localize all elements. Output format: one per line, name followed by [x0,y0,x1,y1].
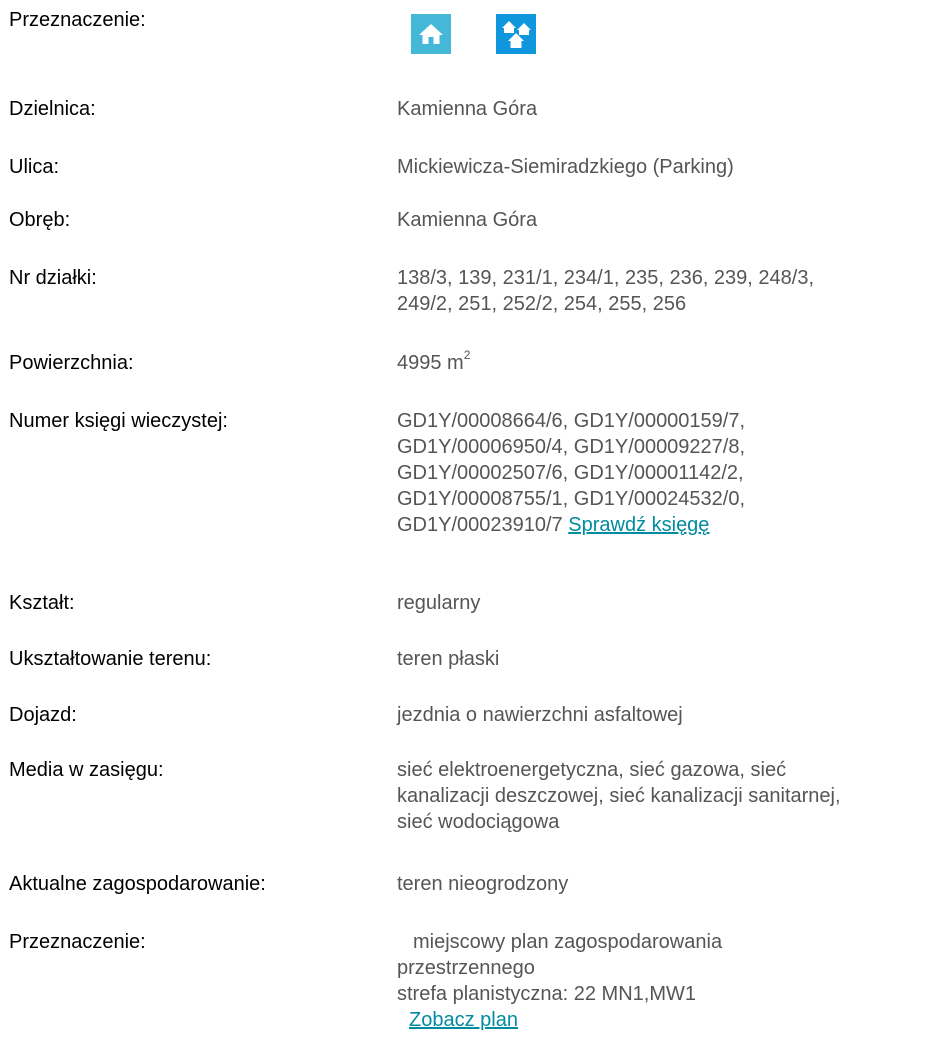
powierzchnia-label: Powierzchnia: [9,352,134,374]
ksiega-value: GD1Y/00008664/6, GD1Y/00000159/7, GD1Y/0… [397,408,917,538]
media-value: sieć elektroenergetyczna, sieć gazowa, s… [397,757,917,835]
ksiega-line: GD1Y/00008664/6, GD1Y/00000159/7, [397,410,746,432]
plan-line: miejscowy plan zagospodarowania [413,931,723,953]
ksztalt-label: Kształt: [9,592,75,614]
przeznaczenie-label: Przeznaczenie: [9,9,146,31]
media-line: kanalizacji deszczowej, sieć kanalizacji… [397,785,841,807]
ulica-label: Ulica: [9,156,60,178]
powierzchnia-number: 4995 m [397,352,464,374]
ksiega-line: GD1Y/00008755/1, GD1Y/00024532/0, [397,488,746,510]
media-line: sieć wodociągowa [397,811,560,833]
dojazd-value: jezdnia o nawierzchni asfaltowej [397,704,683,726]
dojazd-label: Dojazd: [9,704,77,726]
uksztaltowanie-label: Ukształtowanie terenu: [9,648,212,670]
obreb-label: Obręb: [9,209,71,231]
przeznaczenie-plan-value: miejscowy plan zagospodarowania przestrz… [397,929,917,1033]
ulica-value: Mickiewicza-Siemiradzkiego (Parking) [397,156,734,178]
ksiega-line: GD1Y/00023910/7 [397,514,563,536]
powierzchnia-value: 4995 m2 [397,348,917,376]
powierzchnia-unit-exponent: 2 [463,348,471,363]
ksiega-line: GD1Y/00006950/4, GD1Y/00009227/8, [397,436,746,458]
ksztalt-value: regularny [397,592,481,614]
dzielnica-value: Kamienna Góra [397,98,538,120]
sprawdz-ksiege-link[interactable]: Sprawdź księgę [568,514,709,536]
media-label: Media w zasięgu: [9,759,164,781]
uksztaltowanie-value: teren płaski [397,648,500,670]
zagospodarowanie-label: Aktualne zagospodarowanie: [9,873,266,895]
nr-dzialki-line: 138/3, 139, 231/1, 234/1, 235, 236, 239,… [397,267,815,289]
nr-dzialki-label: Nr działki: [9,267,97,289]
nr-dzialki-line: 249/2, 251, 252/2, 254, 255, 256 [397,293,687,315]
przeznaczenie-plan-label: Przeznaczenie: [9,931,146,953]
ksiega-line: GD1Y/00002507/6, GD1Y/00001142/2, [397,462,744,484]
ksiega-label: Numer księgi wieczystej: [9,410,228,432]
zagospodarowanie-value: teren nieogrodzony [397,873,569,895]
single-family-house-icon [411,14,451,54]
plan-line: strefa planistyczna: 22 MN1,MW1 [397,983,696,1005]
media-line: sieć elektroenergetyczna, sieć gazowa, s… [397,759,787,781]
dzielnica-label: Dzielnica: [9,98,96,120]
ksiega-line-last: GD1Y/00023910/7 Sprawdź księgę [397,512,917,538]
multi-family-houses-icon [496,14,536,54]
plan-line: przestrzennego [397,957,535,979]
zobacz-plan-link[interactable]: Zobacz plan [409,1009,518,1031]
nr-dzialki-value: 138/3, 139, 231/1, 234/1, 235, 236, 239,… [397,265,917,317]
obreb-value: Kamienna Góra [397,209,538,231]
